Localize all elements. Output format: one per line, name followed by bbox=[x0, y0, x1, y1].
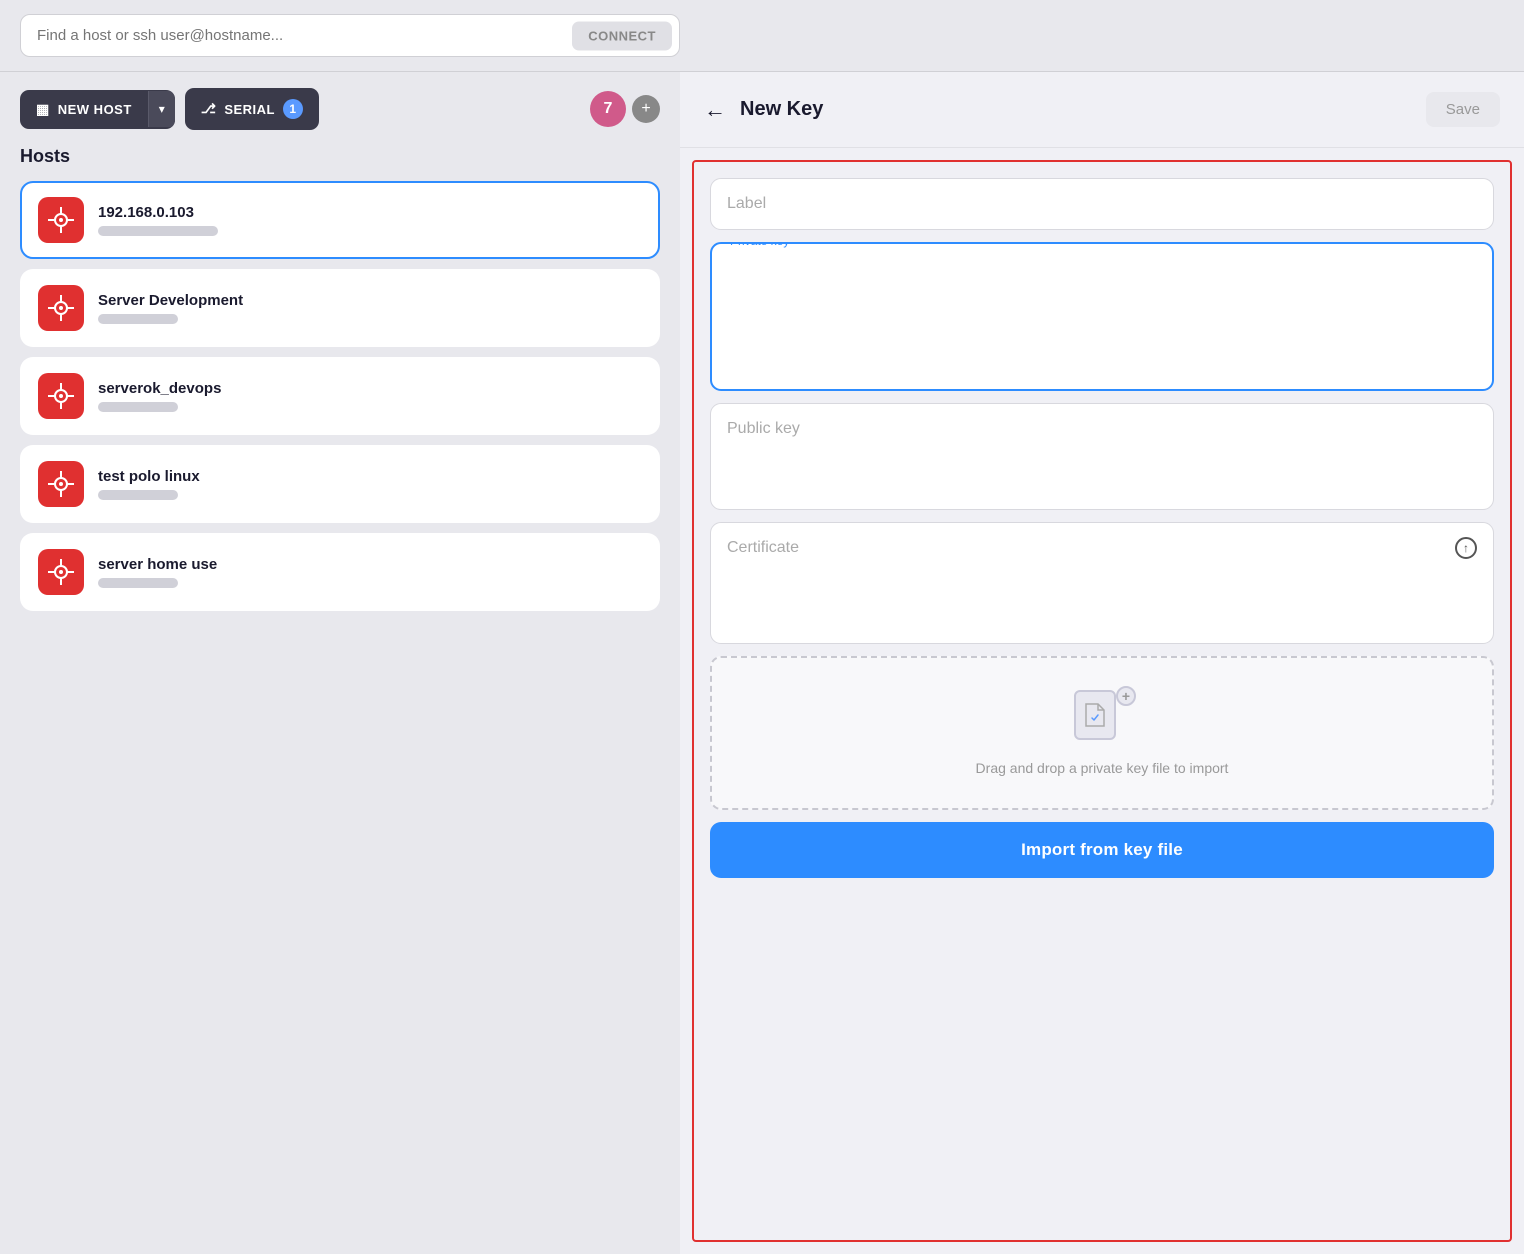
host-info: serverok_devops bbox=[98, 380, 221, 412]
hosts-section: Hosts bbox=[20, 146, 660, 1238]
drag-text: Drag and drop a private key file to impo… bbox=[976, 760, 1229, 776]
badge-container: 7 + bbox=[590, 91, 660, 127]
host-icon bbox=[38, 549, 84, 595]
drag-drop-area[interactable]: + Drag and drop a private key file to im… bbox=[710, 656, 1494, 810]
host-list: 192.168.0.103 bbox=[20, 181, 660, 611]
certificate-field: Certificate ↑ bbox=[710, 522, 1494, 644]
serial-label: SERIAL bbox=[224, 102, 275, 117]
search-container: CONNECT bbox=[20, 14, 680, 57]
host-name: 192.168.0.103 bbox=[98, 204, 218, 221]
back-button[interactable]: ← bbox=[704, 97, 726, 123]
host-name: serverok_devops bbox=[98, 380, 221, 397]
host-sub bbox=[98, 490, 178, 500]
host-name: server home use bbox=[98, 556, 217, 573]
host-info: test polo linux bbox=[98, 468, 200, 500]
host-item[interactable]: Server Development bbox=[20, 269, 660, 347]
host-info: server home use bbox=[98, 556, 217, 588]
host-sub bbox=[98, 578, 178, 588]
host-item[interactable]: 192.168.0.103 bbox=[20, 181, 660, 259]
host-info: 192.168.0.103 bbox=[98, 204, 218, 236]
connect-button[interactable]: CONNECT bbox=[572, 21, 672, 50]
host-sub bbox=[98, 314, 178, 324]
public-key-field bbox=[710, 403, 1494, 510]
host-item[interactable]: serverok_devops bbox=[20, 357, 660, 435]
host-item[interactable]: server home use bbox=[20, 533, 660, 611]
host-icon bbox=[38, 373, 84, 419]
save-button[interactable]: Save bbox=[1426, 92, 1500, 127]
host-sub bbox=[98, 226, 218, 236]
private-key-field: Private key * bbox=[710, 242, 1494, 391]
upload-icon: ↑ bbox=[1455, 537, 1477, 559]
main-content: ▦ NEW HOST ▾ ⎇ SERIAL 1 7 + Hosts bbox=[0, 72, 1524, 1254]
host-name: Server Development bbox=[98, 292, 243, 309]
public-key-input[interactable] bbox=[711, 404, 1493, 504]
label-input[interactable] bbox=[711, 179, 1493, 229]
right-panel: ← New Key Save Private key * bbox=[680, 72, 1524, 1254]
file-icon bbox=[1074, 690, 1116, 740]
new-host-button[interactable]: ▦ NEW HOST ▾ bbox=[20, 90, 175, 129]
drag-icon: + bbox=[1074, 690, 1130, 746]
host-sub bbox=[98, 402, 178, 412]
serial-count: 1 bbox=[283, 99, 303, 119]
form-area: Private key * Certificate ↑ bbox=[692, 160, 1512, 1242]
host-icon bbox=[38, 197, 84, 243]
right-header: ← New Key Save bbox=[680, 72, 1524, 148]
certificate-label: Certificate bbox=[727, 539, 1447, 557]
import-from-key-file-button[interactable]: Import from key file bbox=[710, 822, 1494, 878]
top-bar: CONNECT bbox=[0, 0, 1524, 72]
badge-plus-button[interactable]: + bbox=[632, 95, 660, 123]
serial-button[interactable]: ⎇ SERIAL 1 bbox=[185, 88, 319, 130]
host-item[interactable]: test polo linux bbox=[20, 445, 660, 523]
chevron-down-icon[interactable]: ▾ bbox=[148, 91, 175, 127]
host-name: test polo linux bbox=[98, 468, 200, 485]
host-info: Server Development bbox=[98, 292, 243, 324]
required-indicator: * bbox=[793, 242, 798, 248]
left-panel: ▦ NEW HOST ▾ ⎇ SERIAL 1 7 + Hosts bbox=[0, 72, 680, 1254]
hosts-title: Hosts bbox=[20, 146, 660, 167]
badge-count: 7 bbox=[590, 91, 626, 127]
new-host-label: NEW HOST bbox=[58, 102, 132, 117]
label-field bbox=[710, 178, 1494, 230]
private-key-input[interactable] bbox=[712, 244, 1492, 384]
monitor-icon: ▦ bbox=[36, 101, 50, 118]
private-key-label: Private key * bbox=[726, 242, 801, 248]
host-icon bbox=[38, 285, 84, 331]
host-icon bbox=[38, 461, 84, 507]
usb-icon: ⎇ bbox=[201, 101, 216, 117]
plus-badge: + bbox=[1116, 686, 1136, 706]
toolbar: ▦ NEW HOST ▾ ⎇ SERIAL 1 7 + bbox=[20, 88, 660, 130]
page-title: New Key bbox=[740, 98, 1412, 121]
